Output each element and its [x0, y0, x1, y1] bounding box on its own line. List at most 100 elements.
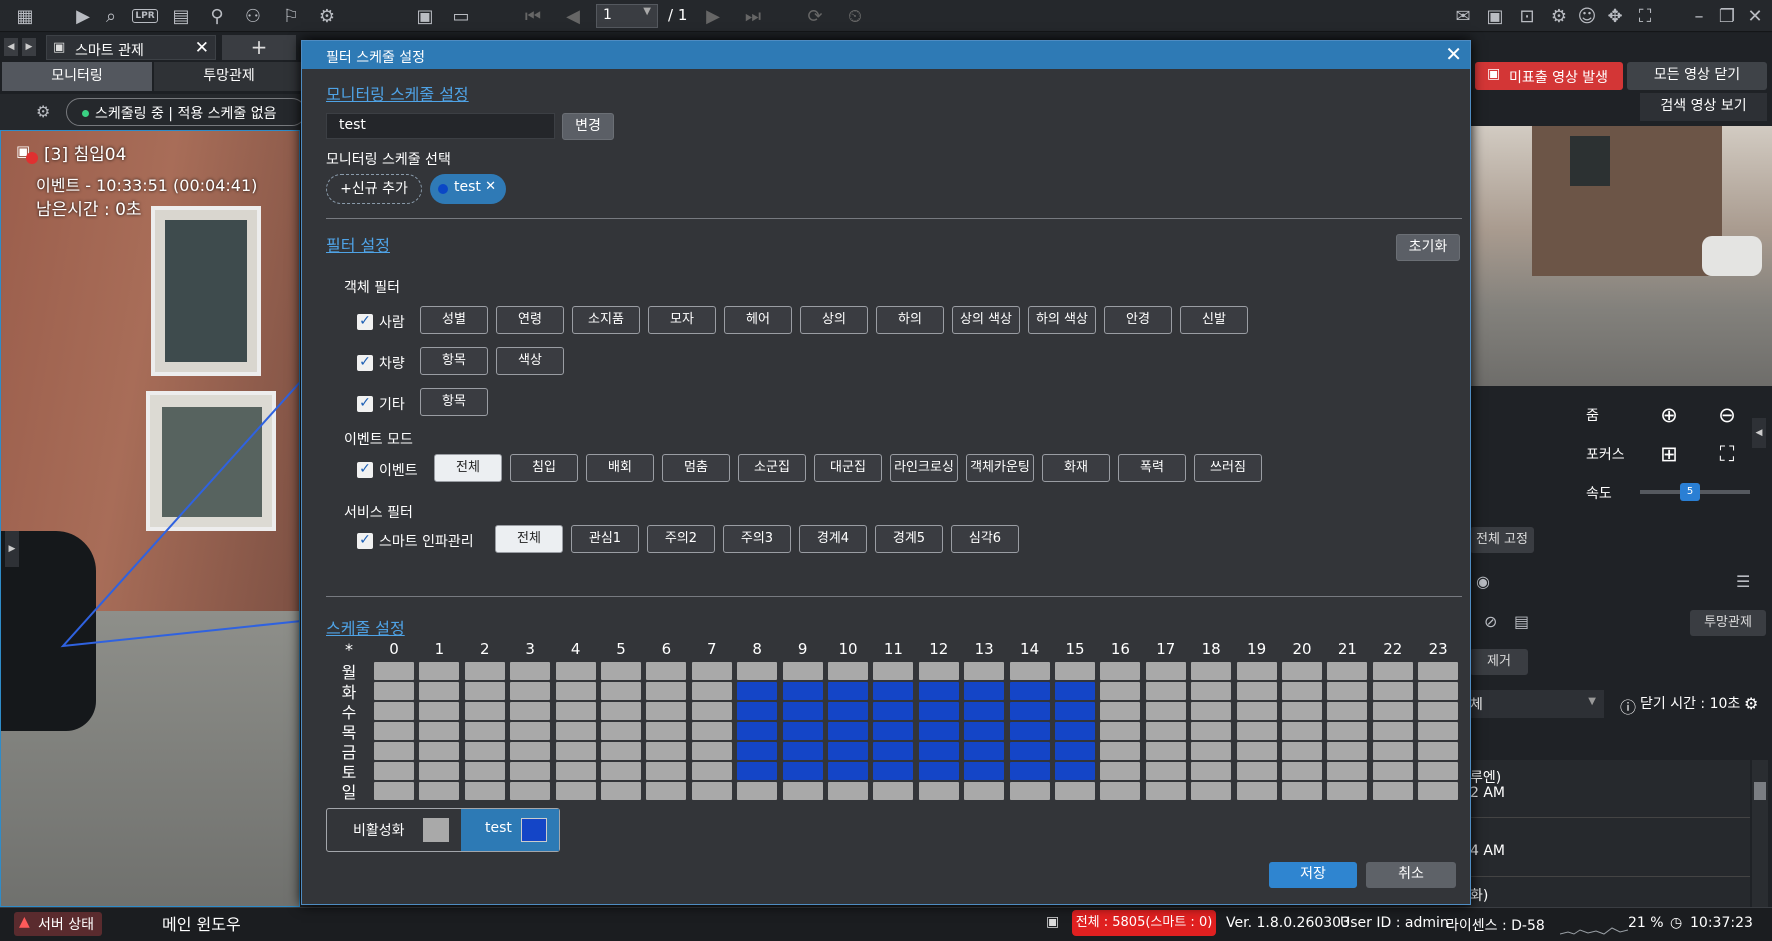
schedule-cell[interactable]	[737, 742, 778, 760]
move-icon[interactable]: ✥	[1602, 4, 1628, 28]
schedule-cell[interactable]	[1009, 762, 1050, 780]
grid-menu-icon[interactable]: ▦	[12, 4, 38, 28]
schedule-cell[interactable]	[1055, 762, 1095, 780]
schedule-cell[interactable]	[1236, 702, 1277, 720]
schedule-cell[interactable]	[464, 662, 505, 680]
schedule-cell[interactable]	[510, 702, 551, 720]
zoom-out-icon[interactable]: ⊖	[1714, 402, 1740, 428]
camera-list-icon[interactable]: ▤	[168, 4, 194, 28]
layout-split-icon[interactable]: ▣	[412, 4, 438, 28]
schedule-cell[interactable]	[1418, 742, 1459, 760]
schedule-cell[interactable]	[782, 682, 823, 700]
schedule-cell[interactable]	[964, 722, 1005, 740]
schedule-cell[interactable]	[737, 662, 778, 680]
schedule-cell[interactable]	[464, 762, 505, 780]
schedule-cell[interactable]	[1100, 742, 1141, 760]
filter-option-button[interactable]: 주의3	[723, 525, 791, 553]
schedule-cell[interactable]	[782, 742, 823, 760]
schedule-cell[interactable]	[964, 742, 1005, 760]
schedule-cell[interactable]	[1418, 702, 1459, 720]
filter-option-button[interactable]: 폭력	[1118, 454, 1186, 482]
schedule-cell[interactable]	[1009, 662, 1050, 680]
layout-settings-icon[interactable]: ▭	[448, 4, 474, 28]
filter-option-button[interactable]: 침입	[510, 454, 578, 482]
schedule-cell[interactable]	[691, 782, 732, 800]
fix-all-button[interactable]: 전체 고정	[1470, 527, 1534, 553]
filter-checkbox[interactable]: ✓	[357, 462, 373, 478]
alert-video-icon[interactable]: ▣	[1482, 4, 1508, 28]
schedule-cell[interactable]	[1100, 782, 1141, 800]
schedule-cell[interactable]	[1236, 682, 1277, 700]
schedule-cell[interactable]	[1009, 682, 1050, 700]
schedule-cell[interactable]	[1009, 722, 1050, 740]
tab-tumang[interactable]: 투망관제	[154, 62, 304, 91]
schedule-cell[interactable]	[601, 662, 641, 680]
schedule-cell[interactable]	[918, 682, 959, 700]
timer-icon[interactable]: ⏲	[842, 4, 868, 28]
schedule-cell[interactable]	[1418, 662, 1459, 680]
schedule-cell[interactable]	[828, 662, 868, 680]
schedule-cell[interactable]	[1145, 702, 1186, 720]
schedule-cell[interactable]	[555, 662, 596, 680]
filter-option-button[interactable]: 항목	[420, 347, 488, 375]
schedule-cell[interactable]	[601, 762, 641, 780]
schedule-cell[interactable]	[873, 722, 914, 740]
schedule-cell[interactable]	[601, 702, 641, 720]
tab-next-icon[interactable]: ▶	[22, 38, 36, 56]
schedule-cell[interactable]	[419, 702, 460, 720]
schedule-cell[interactable]	[828, 722, 868, 740]
bike-icon[interactable]: ⚇	[240, 4, 266, 28]
schedule-cell[interactable]	[1009, 702, 1050, 720]
gear-icon[interactable]: ⚙	[1546, 4, 1572, 28]
schedule-cell[interactable]	[1282, 662, 1322, 680]
filter-option-button[interactable]: 경계5	[875, 525, 943, 553]
schedule-cell[interactable]	[646, 682, 687, 700]
list-icon[interactable]: ☰	[1736, 572, 1750, 591]
schedule-cell[interactable]	[374, 702, 414, 720]
schedule-cell[interactable]	[918, 742, 959, 760]
schedule-cell[interactable]	[737, 782, 778, 800]
schedule-cell[interactable]	[555, 682, 596, 700]
schedule-cell[interactable]	[464, 742, 505, 760]
schedule-cell[interactable]	[1145, 742, 1186, 760]
filter-checkbox[interactable]: ✓	[357, 533, 373, 549]
schedule-cell[interactable]	[964, 662, 1005, 680]
schedule-cell[interactable]	[1282, 722, 1322, 740]
filter-option-button[interactable]: 화재	[1042, 454, 1110, 482]
chip-remove-icon[interactable]: ✕	[485, 179, 496, 194]
filter-option-button[interactable]: 멈춤	[662, 454, 730, 482]
filter-option-button[interactable]: 라인크로싱	[890, 454, 958, 482]
settings-search-icon[interactable]: ⚙	[314, 4, 340, 28]
schedule-cell[interactable]	[1145, 722, 1186, 740]
schedule-cell[interactable]	[828, 702, 868, 720]
filter-checkbox[interactable]: ✓	[357, 355, 373, 371]
schedule-cell[interactable]	[419, 782, 460, 800]
list-item[interactable]: 화)	[1470, 885, 1488, 905]
schedule-cell[interactable]	[555, 762, 596, 780]
schedule-cell[interactable]	[691, 762, 732, 780]
search-video-icon[interactable]: ⌕	[98, 4, 124, 28]
schedule-cell[interactable]	[1372, 722, 1413, 740]
schedule-cell[interactable]	[374, 682, 414, 700]
filter-option-button[interactable]: 전체	[495, 525, 563, 553]
map-pin-icon[interactable]: ◉	[1476, 572, 1490, 591]
filter-checkbox[interactable]: ✓	[357, 314, 373, 330]
schedule-cell[interactable]	[1009, 742, 1050, 760]
remove-button[interactable]: 제거	[1470, 649, 1528, 675]
tab-close-icon[interactable]: ✕	[195, 38, 209, 58]
add-new-schedule-button[interactable]: +신규 추가	[326, 174, 422, 204]
list-item[interactable]: 루엔)	[1470, 767, 1501, 787]
schedule-cell[interactable]	[1145, 782, 1186, 800]
schedule-cell[interactable]	[1236, 662, 1277, 680]
scrollbar[interactable]	[1752, 760, 1768, 907]
schedule-cell[interactable]	[1418, 722, 1459, 740]
schedule-cell[interactable]	[1055, 722, 1095, 740]
schedule-cell[interactable]	[1282, 702, 1322, 720]
schedule-cell[interactable]	[1418, 762, 1459, 780]
camera-view-left[interactable]: ▶	[0, 130, 300, 907]
schedule-cell[interactable]	[1009, 782, 1050, 800]
schedule-cell[interactable]	[1236, 742, 1277, 760]
close-all-videos-button[interactable]: 모든 영상 닫기	[1627, 62, 1767, 90]
filter-option-button[interactable]: 배회	[586, 454, 654, 482]
schedule-cell[interactable]	[873, 702, 914, 720]
